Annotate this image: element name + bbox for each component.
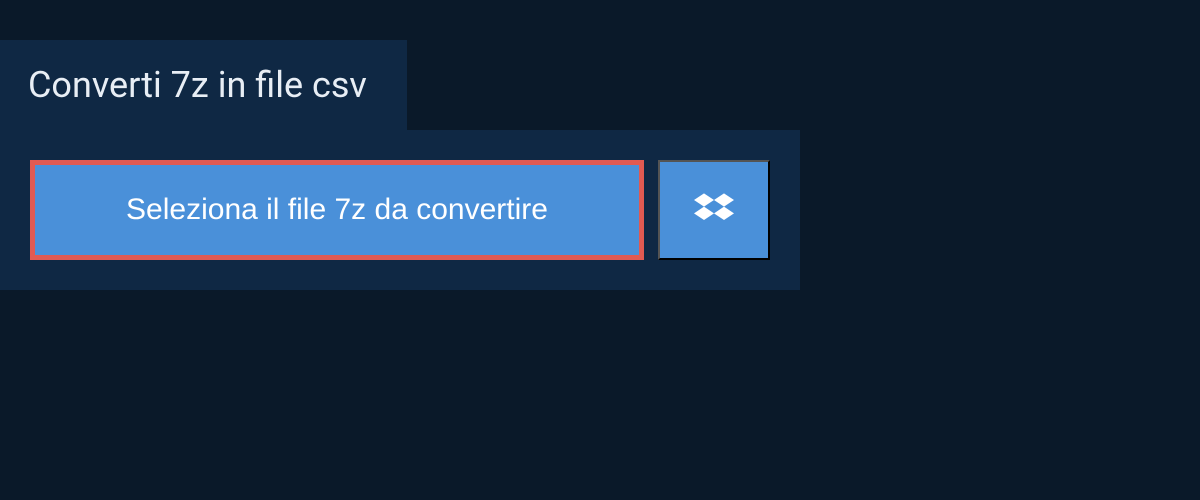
dropbox-button[interactable] xyxy=(658,160,770,260)
upload-panel: Seleziona il file 7z da convertire xyxy=(0,130,800,290)
tab-header: Converti 7z in file csv xyxy=(0,40,407,130)
button-row: Seleziona il file 7z da convertire xyxy=(30,160,770,260)
dropbox-icon xyxy=(694,190,734,230)
page-title: Converti 7z in file csv xyxy=(28,64,367,106)
select-file-label: Seleziona il file 7z da convertire xyxy=(126,193,548,227)
select-file-button[interactable]: Seleziona il file 7z da convertire xyxy=(30,160,644,260)
